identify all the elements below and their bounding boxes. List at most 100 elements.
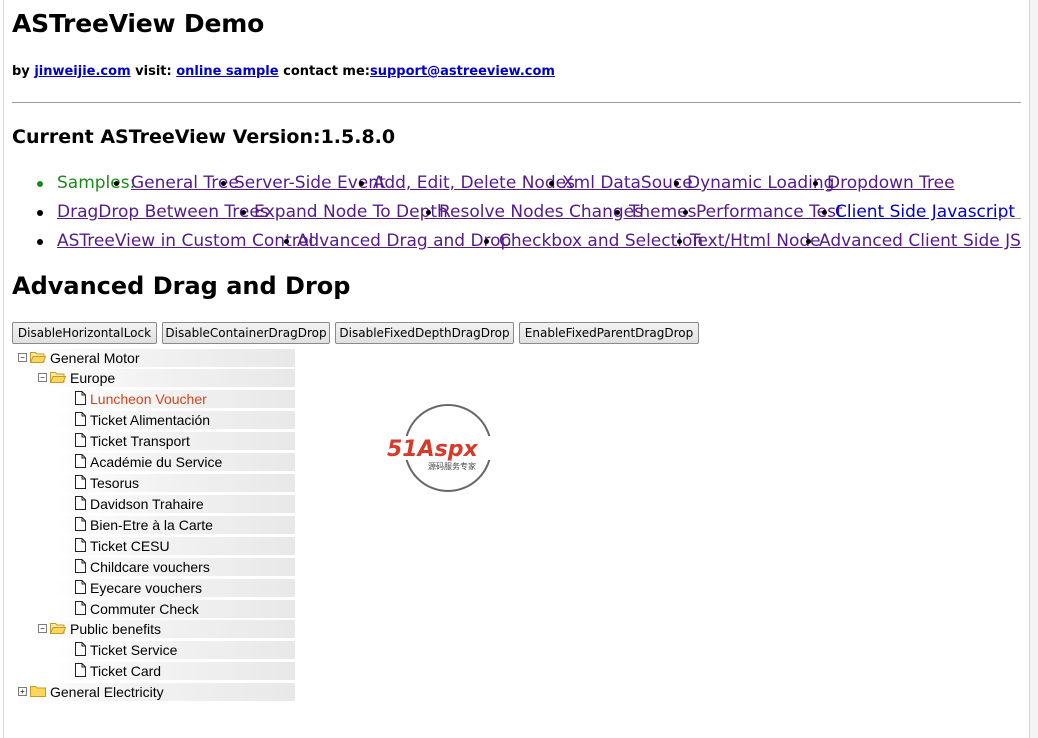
document-icon bbox=[75, 391, 86, 405]
samples-row-3: ASTreeView in Custom Control Advanced Dr… bbox=[0, 229, 1021, 255]
tree-node-label: Childcare vouchers bbox=[90, 559, 210, 575]
collapse-toggle-icon[interactable]: − bbox=[38, 373, 47, 382]
expand-toggle-icon[interactable]: + bbox=[18, 687, 27, 696]
page-title: ASTreeView Demo bbox=[12, 9, 265, 38]
disable-fixed-depth-dragdrop-button[interactable]: DisableFixedDepthDragDrop bbox=[335, 322, 514, 344]
visit-label: visit: bbox=[135, 64, 172, 79]
collapse-toggle-icon[interactable]: − bbox=[38, 624, 47, 633]
sample-link-performance-test[interactable]: Performance Test bbox=[696, 200, 843, 224]
separator-dot bbox=[221, 181, 226, 186]
tree-node-general-electricity[interactable]: + General Electricity bbox=[15, 682, 295, 702]
separator-dot bbox=[806, 239, 811, 244]
tree-leaf-tesorus[interactable]: Tesorus bbox=[55, 473, 295, 493]
tree-node-europe[interactable]: − Europe bbox=[35, 368, 295, 388]
window-frame-left bbox=[3, 0, 4, 738]
tree-leaf-eyecare-vouchers[interactable]: Eyecare vouchers bbox=[55, 578, 295, 598]
document-icon bbox=[75, 412, 86, 426]
tree-node-label: Académie du Service bbox=[90, 454, 223, 470]
separator-dot bbox=[114, 181, 119, 186]
divider-stub bbox=[999, 218, 1021, 219]
byline: by jinweijie.com visit: online sample co… bbox=[12, 64, 555, 79]
tree-node-label: Eyecare vouchers bbox=[90, 580, 203, 596]
document-icon bbox=[75, 517, 86, 531]
email-link[interactable]: support@astreeview.com bbox=[370, 64, 555, 79]
disable-horizontal-lock-button[interactable]: DisableHorizontalLock bbox=[12, 322, 157, 344]
collapse-toggle-icon[interactable]: − bbox=[18, 353, 27, 362]
version-heading: Current ASTreeView Version:1.5.8.0 bbox=[12, 126, 396, 148]
tree-node-label: Ticket Alimentación bbox=[90, 412, 211, 428]
sample-link-add-edit-delete[interactable]: Add, Edit, Delete Nodes bbox=[373, 171, 575, 195]
document-icon bbox=[75, 454, 86, 468]
tree-leaf-ticket-service[interactable]: Ticket Service bbox=[55, 640, 295, 660]
tree-leaf-ticket-cesu[interactable]: Ticket CESU bbox=[55, 536, 295, 556]
sample-link-checkbox-selection[interactable]: Checkbox and Selection bbox=[499, 229, 703, 253]
document-icon bbox=[75, 496, 86, 510]
tree-leaf-bien-etre[interactable]: Bien-Etre à la Carte bbox=[55, 515, 295, 535]
sample-link-dropdown-tree[interactable]: Dropdown Tree bbox=[827, 171, 955, 195]
disable-container-dragdrop-button[interactable]: DisableContainerDragDrop bbox=[162, 322, 330, 344]
tree-node-label: Bien-Etre à la Carte bbox=[90, 517, 213, 533]
tree-leaf-davidson-trahaire[interactable]: Davidson Trahaire bbox=[55, 494, 295, 514]
document-icon bbox=[75, 475, 86, 489]
bullet-icon bbox=[37, 210, 43, 216]
sample-link-advanced-client-js[interactable]: Advanced Client Side JS bbox=[819, 229, 1021, 253]
section-heading: Advanced Drag and Drop bbox=[12, 272, 351, 300]
document-icon bbox=[75, 642, 86, 656]
separator-dot bbox=[674, 181, 679, 186]
tree-node-label: Commuter Check bbox=[90, 601, 199, 617]
tree-leaf-childcare-vouchers[interactable]: Childcare vouchers bbox=[55, 557, 295, 577]
tree-node-label: Ticket Card bbox=[90, 663, 162, 679]
online-sample-link[interactable]: online sample bbox=[176, 64, 278, 79]
sample-link-resolve-nodes-changes[interactable]: Resolve Nodes Changes bbox=[439, 200, 643, 224]
separator-dot bbox=[677, 239, 682, 244]
folder-open-icon bbox=[50, 372, 66, 383]
tree-node-label: Europe bbox=[70, 370, 116, 386]
enable-fixed-parent-dragdrop-button[interactable]: EnableFixedParentDragDrop bbox=[519, 322, 699, 344]
contact-label: contact me: bbox=[283, 64, 370, 79]
separator-dot bbox=[822, 210, 827, 215]
header-divider bbox=[12, 102, 1021, 103]
tree-node-label: Luncheon Voucher bbox=[90, 391, 207, 407]
samples-row-2: DragDrop Between Trees Expand Node To De… bbox=[0, 200, 1030, 226]
tree-node-label: General Motor bbox=[50, 350, 140, 366]
separator-dot bbox=[615, 210, 620, 215]
author-link[interactable]: jinweijie.com bbox=[34, 64, 130, 79]
document-icon bbox=[75, 663, 86, 677]
document-icon bbox=[75, 559, 86, 573]
sample-link-text-html-node[interactable]: Text/Html Node bbox=[690, 229, 821, 253]
separator-dot bbox=[426, 210, 431, 215]
sample-link-client-side-javascript[interactable]: Client Side Javascript bbox=[835, 200, 1015, 224]
tree-leaf-ticket-transport[interactable]: Ticket Transport bbox=[55, 431, 295, 451]
tree-node-label: Public benefits bbox=[70, 621, 162, 637]
tree-leaf-commuter-check[interactable]: Commuter Check bbox=[55, 599, 295, 619]
folder-closed-icon bbox=[30, 686, 46, 697]
folder-open-icon bbox=[50, 623, 66, 634]
folder-open-icon bbox=[30, 352, 46, 363]
document-icon bbox=[75, 538, 86, 552]
logo-tagline: 源码服务专家 bbox=[428, 461, 476, 471]
tree-node-label: General Electricity bbox=[50, 684, 164, 700]
separator-dot bbox=[813, 181, 818, 186]
sample-link-advanced-drag-drop[interactable]: Advanced Drag and Drop bbox=[297, 229, 511, 253]
tree-node-general-motor[interactable]: − General Motor bbox=[15, 348, 295, 368]
bullet-icon bbox=[37, 181, 43, 187]
logo-brand-text: 51Aspx bbox=[387, 437, 478, 462]
tree-leaf-ticket-card[interactable]: Ticket Card bbox=[55, 661, 295, 681]
scrollbar[interactable] bbox=[1030, 0, 1038, 738]
sample-link-custom-control[interactable]: ASTreeView in Custom Control bbox=[57, 229, 313, 253]
sample-link-dragdrop-between-trees[interactable]: DragDrop Between Trees bbox=[57, 200, 269, 224]
samples-row-1: Samples: General Tree Server-Side Event … bbox=[0, 171, 1000, 197]
separator-dot bbox=[484, 239, 489, 244]
tree-node-public-benefits[interactable]: − Public benefits bbox=[35, 619, 295, 639]
tree-node-label: Ticket Service bbox=[90, 642, 178, 658]
tree-leaf-ticket-alimentacion[interactable]: Ticket Alimentación bbox=[55, 410, 295, 430]
bullet-icon bbox=[37, 239, 43, 245]
document-icon bbox=[75, 601, 86, 615]
separator-dot bbox=[683, 210, 688, 215]
sample-link-expand-node-to-depth[interactable]: Expand Node To Depth bbox=[254, 200, 448, 224]
tree-leaf-academie-du-service[interactable]: Académie du Service bbox=[55, 452, 295, 472]
separator-dot bbox=[241, 210, 246, 215]
watermark-logo: 51Aspx 源码服务专家 bbox=[386, 404, 512, 492]
tree-leaf-luncheon-voucher[interactable]: Luncheon Voucher bbox=[55, 389, 295, 409]
tree-node-label: Davidson Trahaire bbox=[90, 496, 204, 512]
